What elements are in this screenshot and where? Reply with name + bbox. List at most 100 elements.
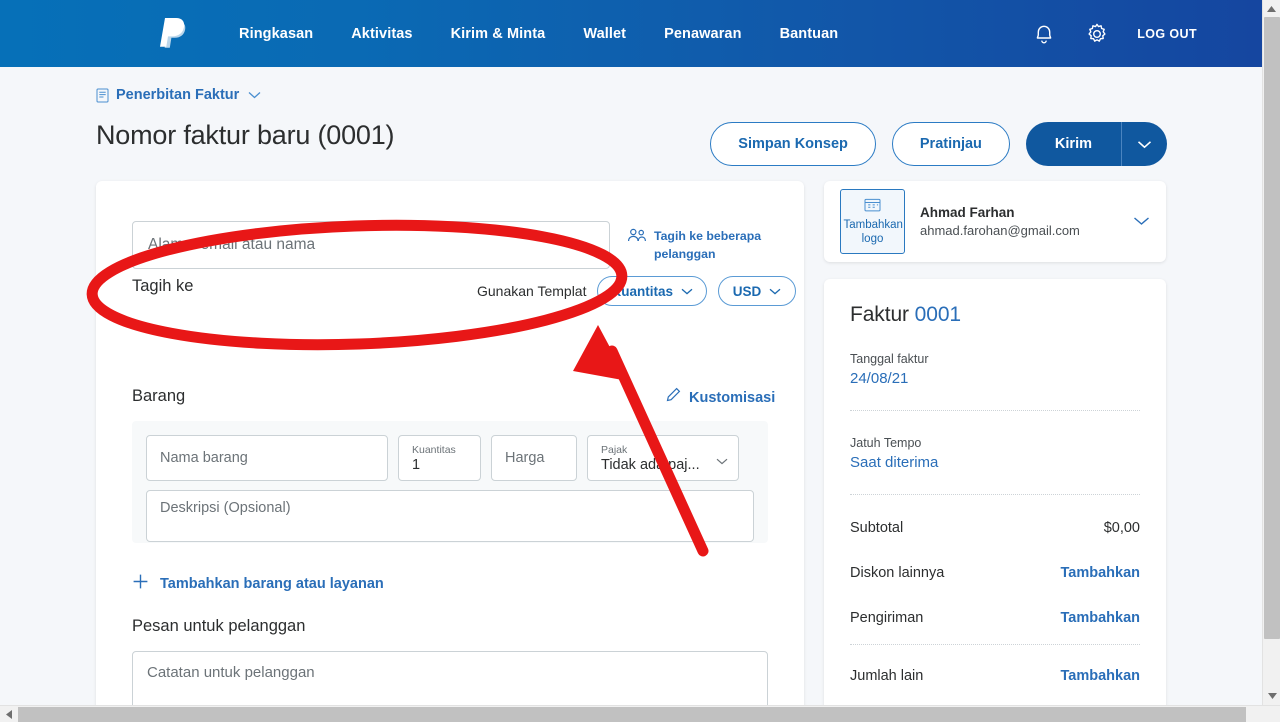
divider <box>850 644 1140 645</box>
summary-row-value: $0,00 <box>1104 520 1140 536</box>
top-navbar: Ringkasan Aktivitas Kirim & Minta Wallet… <box>0 0 1262 67</box>
table-row: Jumlah lain Tambahkan <box>850 653 1140 698</box>
send-options-chevron-down-icon[interactable] <box>1121 122 1167 166</box>
preview-button[interactable]: Pratinjau <box>892 122 1010 166</box>
vertical-scrollbar[interactable] <box>1262 0 1280 722</box>
breadcrumb[interactable]: Penerbitan Faktur <box>96 86 261 104</box>
add-logo-button[interactable]: Tambahkan logo <box>840 189 905 254</box>
merchant-profile-card: Tambahkan logo Ahmad Farhan ahmad.faroha… <box>824 181 1166 262</box>
logout-button[interactable]: LOG OUT <box>1137 27 1197 41</box>
add-item-label: Tambahkan barang atau layanan <box>160 576 384 592</box>
item-name-field[interactable]: Nama barang <box>146 435 388 481</box>
nav-item-aktivitas[interactable]: Aktivitas <box>351 26 412 42</box>
nav-item-kirim-minta[interactable]: Kirim & Minta <box>451 26 546 42</box>
summary-row-label: Pengiriman <box>850 610 923 626</box>
currency-dropdown[interactable]: USD <box>718 276 796 306</box>
recipient-email-input[interactable] <box>132 221 610 269</box>
send-button[interactable]: Kirim <box>1026 122 1121 166</box>
item-tax-label: Pajak <box>601 444 712 456</box>
add-logo-label: Tambahkan logo <box>844 218 902 246</box>
nav-item-penawaran[interactable]: Penawaran <box>664 26 741 42</box>
summary-row-action[interactable]: Tambahkan <box>1060 610 1140 626</box>
bell-icon[interactable] <box>1031 21 1057 47</box>
template-type-value: Kuantitas <box>611 284 673 299</box>
summary-row-action[interactable]: Tambahkan <box>1060 668 1140 684</box>
invoice-document-icon <box>96 88 109 103</box>
merchant-email: ahmad.farohan@gmail.com <box>920 222 1133 240</box>
people-group-icon <box>627 227 647 248</box>
item-quantity-value: 1 <box>412 457 467 473</box>
customer-message-label: Pesan untuk pelanggan <box>132 617 305 636</box>
profile-expand-chevron-down-icon[interactable] <box>1133 213 1150 231</box>
merchant-name: Ahmad Farhan <box>920 204 1133 222</box>
header-actions: Simpan Konsep Pratinjau Kirim <box>710 122 1167 166</box>
customize-label: Kustomisasi <box>689 390 775 406</box>
summary-row-label: Diskon lainnya <box>850 565 944 581</box>
item-quantity-field[interactable]: Kuantitas 1 <box>398 435 481 481</box>
items-section-label: Barang <box>132 387 185 406</box>
item-quantity-label: Kuantitas <box>412 444 467 456</box>
plus-icon <box>132 573 149 595</box>
divider <box>850 410 1140 411</box>
item-description-input[interactable] <box>146 490 754 542</box>
summary-row-action[interactable]: Tambahkan <box>1060 565 1140 581</box>
summary-invoice-number: 0001 <box>915 303 961 326</box>
summary-row-label: Jumlah lain <box>850 668 923 684</box>
merchant-info: Ahmad Farhan ahmad.farohan@gmail.com <box>920 204 1133 240</box>
image-placeholder-icon <box>864 198 881 218</box>
page-body: Penerbitan Faktur Nomor faktur baru (000… <box>0 67 1262 722</box>
send-split-button: Kirim <box>1026 122 1167 166</box>
chevron-down-icon <box>681 288 693 295</box>
summary-title: Faktur 0001 <box>850 303 1140 327</box>
item-tax-dropdown[interactable]: Pajak Tidak ada paj... <box>587 435 739 481</box>
due-date-block: Jatuh Tempo Saat diterima <box>850 435 1140 474</box>
due-date-label: Jatuh Tempo <box>850 435 1140 452</box>
currency-value: USD <box>733 284 762 299</box>
item-price-field[interactable]: Harga <box>491 435 577 481</box>
bill-to-label: Tagih ke <box>132 277 193 296</box>
nav-item-wallet[interactable]: Wallet <box>583 26 626 42</box>
table-row: Diskon lainnya Tambahkan <box>850 550 1140 595</box>
customize-link[interactable]: Kustomisasi <box>666 387 775 408</box>
table-row: Pengiriman Tambahkan <box>850 595 1140 640</box>
item-fields-row: Nama barang Kuantitas 1 Harga Pajak Tida… <box>146 435 754 481</box>
summary-row-label: Subtotal <box>850 520 903 536</box>
vertical-scrollbar-thumb[interactable] <box>1264 17 1280 639</box>
breadcrumb-label: Penerbitan Faktur <box>116 87 239 103</box>
chevron-down-icon <box>716 452 728 470</box>
scroll-left-arrow-icon[interactable] <box>0 706 17 722</box>
pencil-icon <box>666 387 681 408</box>
divider <box>850 494 1140 495</box>
nav-links: Ringkasan Aktivitas Kirim & Minta Wallet… <box>239 26 838 42</box>
paypal-logo-icon[interactable] <box>155 14 189 54</box>
nav-item-ringkasan[interactable]: Ringkasan <box>239 26 313 42</box>
save-draft-button[interactable]: Simpan Konsep <box>710 122 876 166</box>
invoice-date-value[interactable]: 24/08/21 <box>850 368 1140 390</box>
use-template-label: Gunakan Templat <box>477 283 586 299</box>
template-type-dropdown[interactable]: Kuantitas <box>597 276 707 306</box>
invoice-date-block: Tanggal faktur 24/08/21 <box>850 351 1140 390</box>
table-row: Subtotal $0,00 <box>850 505 1140 550</box>
template-controls: Gunakan Templat Kuantitas USD <box>477 276 796 306</box>
page-title: Nomor faktur baru (0001) <box>96 120 394 151</box>
item-row-block: Nama barang Kuantitas 1 Harga Pajak Tida… <box>132 421 768 543</box>
chevron-down-icon <box>769 288 781 295</box>
item-price-placeholder: Harga <box>505 450 563 466</box>
horizontal-scrollbar[interactable] <box>0 705 1280 722</box>
nav-right-group: LOG OUT <box>1031 21 1197 47</box>
add-item-link[interactable]: Tambahkan barang atau layanan <box>132 573 384 595</box>
invoice-summary-card: Faktur 0001 Tanggal faktur 24/08/21 Jatu… <box>824 279 1166 722</box>
horizontal-scrollbar-thumb[interactable] <box>18 707 1246 722</box>
chevron-down-icon <box>248 86 261 104</box>
scroll-down-arrow-icon[interactable] <box>1263 687 1280 704</box>
bill-multiple-customers-label: Tagih ke beberapa pelanggan <box>654 227 766 263</box>
bill-multiple-customers-link[interactable]: Tagih ke beberapa pelanggan <box>627 227 777 263</box>
invoice-date-label: Tanggal faktur <box>850 351 1140 368</box>
gear-icon[interactable] <box>1084 21 1110 47</box>
item-name-placeholder: Nama barang <box>160 450 374 466</box>
item-tax-value: Tidak ada paj... <box>601 457 712 473</box>
nav-item-bantuan[interactable]: Bantuan <box>780 26 839 42</box>
due-date-value[interactable]: Saat diterima <box>850 452 1140 474</box>
scroll-up-arrow-icon[interactable] <box>1263 0 1280 17</box>
summary-title-prefix: Faktur <box>850 303 909 326</box>
